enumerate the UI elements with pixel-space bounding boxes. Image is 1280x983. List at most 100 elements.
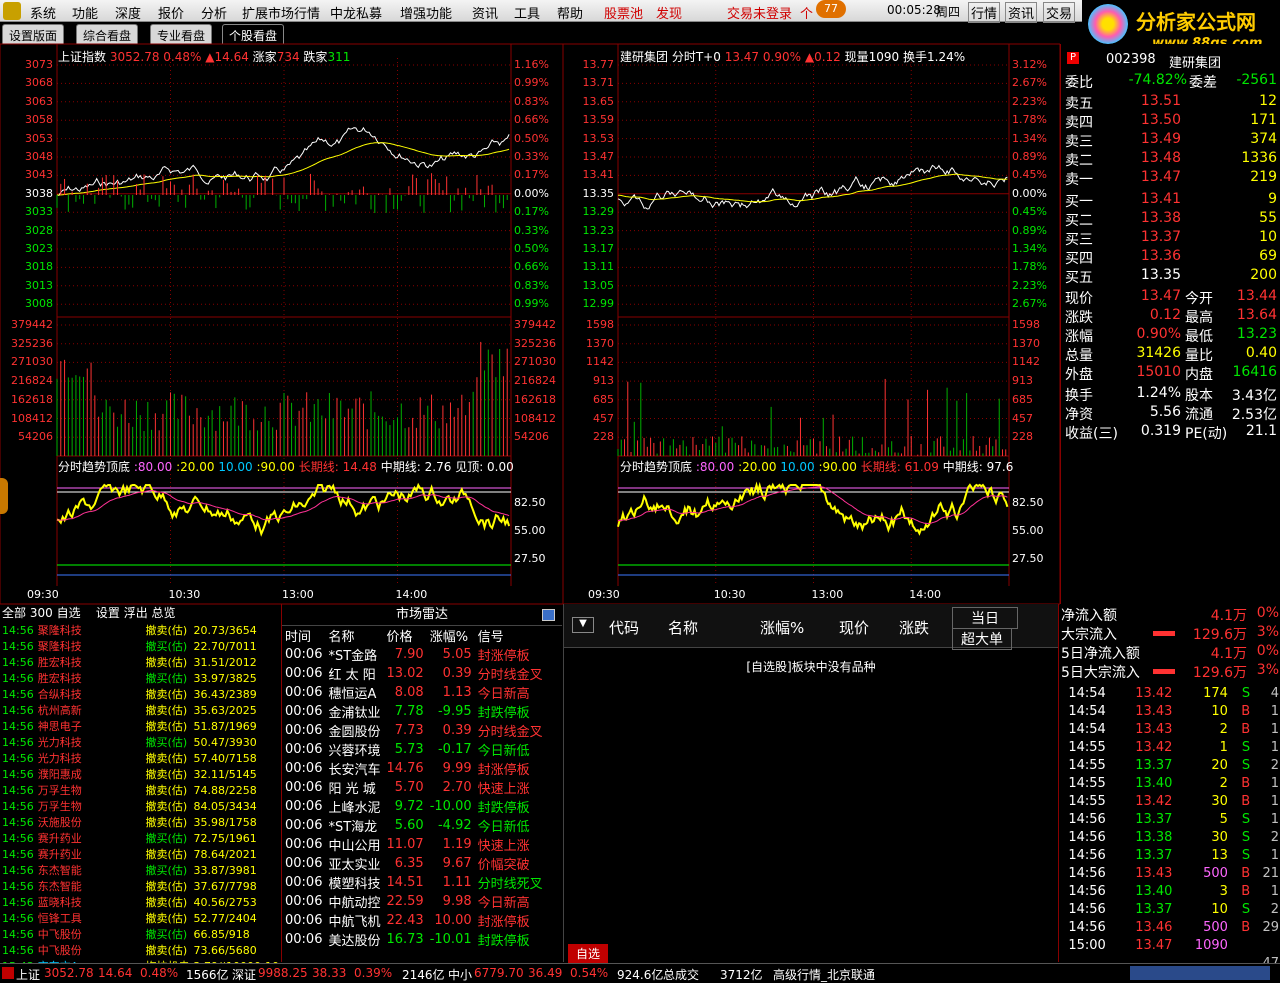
alert-row[interactable]: 14:56 胜宏科技 撤买(估) 33.97/3825 [0, 670, 281, 686]
alert-row[interactable]: 14:56 濮阳惠成 撤卖(估) 32.11/5145 [0, 766, 281, 782]
radar-export-icon[interactable] [542, 609, 555, 621]
quote-row: 总量 31426 量比 0.40 [1061, 345, 1280, 364]
alert-tab-self[interactable]: 自选 [57, 606, 81, 620]
alert-row[interactable]: 14:56 东杰智能 撤买(估) 33.87/3981 [0, 862, 281, 878]
alert-row[interactable]: 14:56 光力科技 撤买(估) 50.47/3930 [0, 734, 281, 750]
radar-row[interactable]: 00:06 上峰水泥 9.72 -10.00 封跌停板 [282, 797, 546, 816]
col-price[interactable]: 现价 [839, 617, 869, 638]
radar-row[interactable]: 00:06 模塑科技 14.51 1.11 分时线死叉 [282, 873, 546, 892]
alert-row[interactable]: 14:56 中飞股份 撤卖(估) 73.66/5680 [0, 942, 281, 958]
tick-cell: S [1241, 847, 1251, 863]
alert-overview-link[interactable]: 总览 [152, 606, 176, 620]
alert-row[interactable]: 14:56 胜宏科技 撤卖(估) 31.51/2012 [0, 654, 281, 670]
quote-cell: 3.43亿 [1231, 388, 1277, 404]
alert-row[interactable]: 14:56 东杰智能 撤卖(估) 37.67/7798 [0, 878, 281, 894]
radar-row[interactable]: 00:06 *ST海龙 5.60 -4.92 今日新低 [282, 816, 546, 835]
alert-cell: 撤买(估) [145, 672, 188, 685]
alert-float-link[interactable]: 浮出 [124, 606, 148, 620]
price-tick-label: 13.17 [582, 242, 615, 255]
dropdown-icon[interactable]: ▼ [572, 617, 594, 633]
radar-cell: 5.60 [394, 818, 424, 833]
radar-col-header[interactable]: 信号 [475, 626, 546, 645]
alert-row[interactable]: 14:56 沃施股份 撤卖(估) 35.98/1758 [0, 814, 281, 830]
tick-cell: 2 [1270, 757, 1279, 773]
radar-col-header[interactable]: 时间 [282, 626, 325, 645]
stock-ind-long: 长期线: 61.09 [860, 460, 939, 474]
alert-cell: 14:56 [2, 863, 34, 877]
status-zx-label[interactable]: 中小 [448, 966, 472, 983]
quote-row: 现价 13.47 今开 13.44 [1061, 288, 1280, 307]
alert-tab-all[interactable]: 全部 [2, 606, 26, 620]
status-feed[interactable]: 高级行情_北京联通 [773, 966, 875, 983]
alert-row[interactable]: 14:56 万孚生物 撤卖(估) 84.05/3434 [0, 798, 281, 814]
tick-cell: 13.42 [1135, 739, 1173, 755]
col-pct[interactable]: 涨幅% [760, 617, 804, 638]
radar-row[interactable]: 00:06 中山公用 11.07 1.19 快速上涨 [282, 835, 546, 854]
alert-row[interactable]: 14:56 蓝晓科技 撤卖(估) 40.56/2753 [0, 894, 281, 910]
col-change[interactable]: 涨跌 [899, 617, 929, 638]
alert-row[interactable]: 14:56 光力科技 撤卖(估) 57.40/7158 [0, 750, 281, 766]
tab-large-orders[interactable]: 超大单 [952, 628, 1012, 650]
pct-tick-label: 1.34% [1012, 131, 1047, 145]
radar-cell: 价幅突破 [477, 858, 530, 873]
quote-cell: 外盘 [1065, 367, 1093, 383]
alert-row[interactable]: 14:56 赛升药业 撤买(估) 72.75/1961 [0, 830, 281, 846]
tick-cell: 13.37 [1135, 847, 1173, 863]
tick-cell: 14:56 [1068, 811, 1106, 827]
alert-cell: 神思电子 [37, 720, 82, 733]
radar-row[interactable]: 00:06 中航动控 22.59 9.98 今日新高 [282, 892, 546, 911]
alert-row[interactable]: 14:56 赛升药业 撤卖(估) 78.64/2021 [0, 846, 281, 862]
tick-cell: 1 [1270, 775, 1279, 791]
volume-tick-label: 54206 [514, 430, 549, 444]
alert-cell: 撤卖(估) [145, 944, 188, 957]
radar-col-header[interactable]: 涨幅% [427, 626, 475, 645]
radar-row[interactable]: 00:06 亚太实业 6.35 9.67 价幅突破 [282, 854, 546, 873]
alert-row[interactable]: 14:56 聚隆科技 撤卖(估) 20.73/3654 [0, 622, 281, 638]
volume-tick-label: 685 [1012, 392, 1033, 406]
alert-settings-link[interactable]: 设置 [96, 606, 120, 620]
radar-row[interactable]: 00:06 金圆股份 7.73 0.39 分时线金叉 [282, 721, 546, 740]
radar-row[interactable]: 00:06 *ST金路 7.90 5.05 封涨停板 [282, 645, 546, 664]
radar-cell: 00:06 [285, 818, 323, 833]
radar-row[interactable]: 00:06 中航飞机 22.43 10.00 封涨停板 [282, 911, 546, 930]
col-code[interactable]: 代码 [609, 617, 639, 638]
radar-row[interactable]: 00:06 兴蓉环境 5.73 -0.17 今日新低 [282, 740, 546, 759]
status-sz-label[interactable]: 深证 [232, 966, 256, 983]
radar-row[interactable]: 00:06 穗恒运A 8.08 1.13 今日新高 [282, 683, 546, 702]
alert-row[interactable]: 14:56 聚隆科技 撤买(估) 22.70/7011 [0, 638, 281, 654]
col-name[interactable]: 名称 [668, 617, 698, 638]
tab-today[interactable]: 当日 [952, 607, 1018, 629]
tick-cell: 13.37 [1135, 901, 1173, 917]
tab-watchlist-bottom[interactable]: 自选 [568, 944, 609, 963]
quote-cell: 13.49 [1140, 131, 1181, 147]
alert-row[interactable]: 14:56 合纵科技 撤卖(估) 36.43/2389 [0, 686, 281, 702]
alert-row[interactable]: 14:56 万孚生物 撤卖(估) 74.88/2258 [0, 782, 281, 798]
radar-row[interactable]: 00:06 红 太 阳 13.02 0.39 分时线金叉 [282, 664, 546, 683]
radar-row[interactable]: 00:06 金浦钛业 7.78 -9.95 封跌停板 [282, 702, 546, 721]
tick-cell: B [1241, 703, 1251, 719]
alert-row[interactable]: 14:56 恒锋工具 撤卖(估) 52.77/2404 [0, 910, 281, 926]
flow-value: 129.6万 [1192, 665, 1247, 681]
alert-row[interactable]: 14:56 中飞股份 撤买(估) 66.85/918 [0, 926, 281, 942]
alert-cell: 14:56 [2, 799, 34, 813]
alert-cell: 恒锋工具 [37, 912, 82, 925]
tick-cell: 14:54 [1068, 703, 1106, 719]
tick-cell: 1 [1270, 703, 1279, 719]
quote-cell: 9 [1268, 191, 1277, 207]
radar-row[interactable]: 00:06 长安汽车 14.76 9.99 封涨停板 [282, 759, 546, 778]
status-sh-value: 3052.78 [44, 966, 94, 980]
radar-row[interactable]: 00:06 美达股份 16.73 -10.01 封跌停板 [282, 930, 546, 949]
radar-col-header[interactable]: 价格 [383, 626, 426, 645]
radar-col-header[interactable]: 名称 [325, 626, 383, 645]
ime-toolbar[interactable] [1130, 966, 1270, 980]
side-collapse-handle[interactable] [0, 478, 8, 514]
quote-cell: 1.24% [1136, 385, 1181, 401]
alert-cell: 20.73/3654 [193, 623, 257, 637]
alert-cell: 撤买(估) [145, 832, 188, 845]
alert-row[interactable]: 14:56 神思电子 撤卖(估) 51.87/1969 [0, 718, 281, 734]
alert-row[interactable]: 14:56 杭州高新 撤卖(估) 35.63/2025 [0, 702, 281, 718]
status-sh-label[interactable]: 上证 [16, 966, 40, 983]
radar-row[interactable]: 00:06 阳 光 城 5.70 2.70 快速上涨 [282, 778, 546, 797]
tick-cell: 13.38 [1135, 829, 1173, 845]
volume-tick-label: 685 [593, 392, 614, 406]
